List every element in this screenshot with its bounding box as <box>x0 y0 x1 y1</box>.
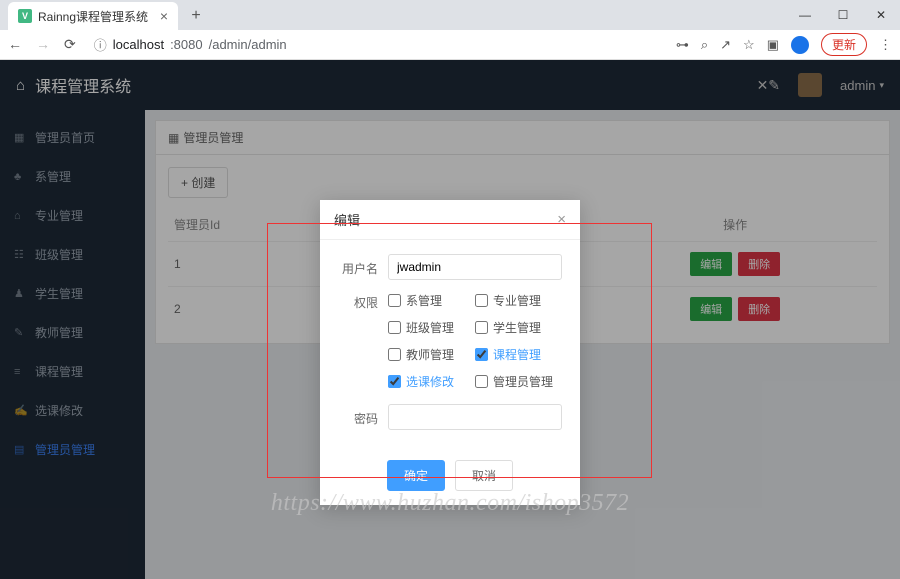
extensions-icon[interactable]: ▣ <box>767 37 779 53</box>
tab-title: Rainng课程管理系统 <box>38 8 148 25</box>
checkbox-label: 班级管理 <box>406 319 454 336</box>
key-icon[interactable]: ⊶ <box>676 37 689 53</box>
permission-checkbox[interactable]: 课程管理 <box>475 346 562 363</box>
permission-checkbox[interactable]: 教师管理 <box>388 346 475 363</box>
url-path: /admin/admin <box>209 37 287 52</box>
permission-checkbox[interactable]: 学生管理 <box>475 319 562 336</box>
confirm-button[interactable]: 确定 <box>387 460 445 491</box>
checkbox-label: 选课修改 <box>406 373 454 390</box>
share-icon[interactable]: ↗ <box>720 37 731 53</box>
checkbox-input[interactable] <box>475 321 488 334</box>
url-host: localhost <box>113 37 164 52</box>
new-tab-button[interactable]: + <box>184 4 208 28</box>
forward-icon[interactable]: → <box>36 36 50 53</box>
favicon-icon: V <box>18 9 32 23</box>
bookmark-icon[interactable]: ☆ <box>743 37 755 53</box>
checkbox-label: 管理员管理 <box>493 373 553 390</box>
username-input[interactable] <box>388 254 562 280</box>
permission-checkbox[interactable]: 班级管理 <box>388 319 475 336</box>
back-icon[interactable]: ← <box>8 36 22 53</box>
maximize-icon[interactable]: ☐ <box>824 0 862 30</box>
checkbox-label: 学生管理 <box>493 319 541 336</box>
checkbox-input[interactable] <box>388 294 401 307</box>
edit-modal: 编辑 × 用户名 权限 系管理 专业管理班级管理 学生管理教师管理 课程管理选课修改 管… <box>320 200 580 505</box>
label-username: 用户名 <box>338 254 388 277</box>
checkbox-input[interactable] <box>475 375 488 388</box>
url-input[interactable]: ⓘ localhost :8080/admin/admin <box>86 35 666 54</box>
permission-checkbox[interactable]: 管理员管理 <box>475 373 562 390</box>
address-bar: ← → ⟳ ⓘ localhost :8080/admin/admin ⊶ ⌕ ↗… <box>0 30 900 60</box>
permission-checkbox[interactable]: 系管理 <box>388 292 475 309</box>
checkbox-input[interactable] <box>388 348 401 361</box>
close-tab-icon[interactable]: × <box>160 8 168 24</box>
site-info-icon[interactable]: ⓘ <box>94 35 107 54</box>
close-icon[interactable]: × <box>557 211 566 228</box>
browser-tab[interactable]: V Rainng课程管理系统 × <box>8 2 178 30</box>
close-window-icon[interactable]: ✕ <box>862 0 900 30</box>
checkbox-input[interactable] <box>475 348 488 361</box>
checkbox-label: 系管理 <box>406 292 442 309</box>
modal-title: 编辑 <box>334 210 360 229</box>
label-permissions: 权限 <box>338 288 388 311</box>
profile-icon[interactable] <box>791 36 809 54</box>
url-port: :8080 <box>170 37 203 52</box>
app-root: ⌂ 课程管理系统 ✕✎ admin ▾ ▦管理员首页♣系管理⌂专业管理☷班级管理… <box>0 60 900 579</box>
permission-checkbox[interactable]: 专业管理 <box>475 292 562 309</box>
search-icon[interactable]: ⌕ <box>701 37 708 53</box>
minimize-icon[interactable]: — <box>786 0 824 30</box>
checkbox-input[interactable] <box>388 321 401 334</box>
password-input[interactable] <box>388 404 562 430</box>
permission-checkbox[interactable]: 选课修改 <box>388 373 475 390</box>
checkbox-label: 专业管理 <box>493 292 541 309</box>
checkbox-label: 课程管理 <box>493 346 541 363</box>
checkbox-input[interactable] <box>475 294 488 307</box>
cancel-button[interactable]: 取消 <box>455 460 513 491</box>
checkbox-input[interactable] <box>388 375 401 388</box>
browser-titlebar: V Rainng课程管理系统 × + — ☐ ✕ <box>0 0 900 30</box>
label-password: 密码 <box>338 404 388 427</box>
update-button[interactable]: 更新 <box>821 33 867 56</box>
reload-icon[interactable]: ⟳ <box>64 36 76 53</box>
menu-icon[interactable]: ⋮ <box>879 37 892 53</box>
checkbox-label: 教师管理 <box>406 346 454 363</box>
